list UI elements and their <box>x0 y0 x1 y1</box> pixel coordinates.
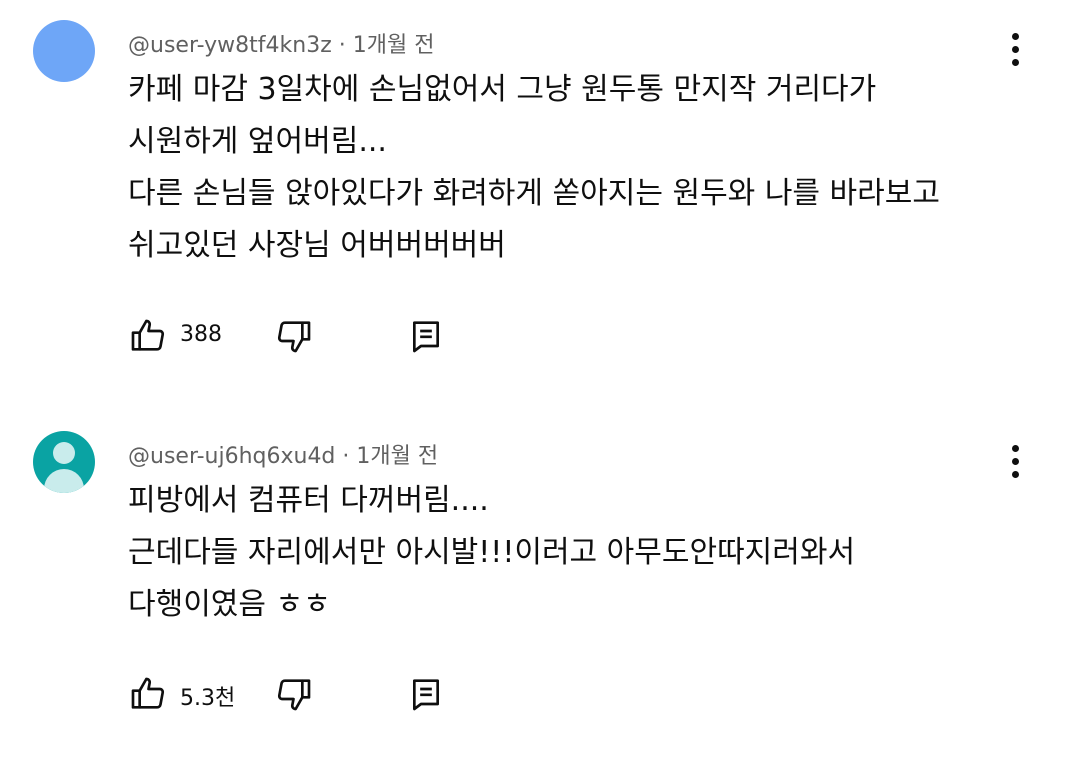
avatar[interactable] <box>33 431 95 493</box>
reply-button[interactable] <box>406 316 446 360</box>
comment-icon <box>413 321 439 353</box>
comment-line: 근데다들 자리에서만 아시발!!!이러고 아무도안따지러와서 <box>128 535 856 570</box>
author-name[interactable]: @user-yw8tf4kn3z <box>128 33 332 58</box>
comment-actions: 388 <box>128 316 458 356</box>
like-button[interactable] <box>128 316 168 360</box>
meta-separator: · <box>342 444 350 469</box>
thumb-down-icon <box>277 321 311 353</box>
thumb-up-icon <box>131 677 165 709</box>
thumb-down-icon <box>277 679 311 711</box>
like-count: 388 <box>180 322 222 347</box>
avatar-head <box>53 442 75 464</box>
comment-line: 시원하게 엎어버림... <box>128 124 387 159</box>
comment-time: 1개월 전 <box>356 444 439 469</box>
comment-icon <box>413 679 439 711</box>
comment-text: 카페 마감 3일차에 손님없어서 그냥 원두통 만지작 거리다가 시원하게 엎어… <box>128 64 1008 272</box>
comment-2: @user-uj6hq6xu4d · 1개월 전 피방에서 컴퓨터 다꺼버림..… <box>0 400 1080 763</box>
comment-line: 다행이였음 ㅎㅎ <box>128 587 331 622</box>
more-vert-icon[interactable] <box>1004 30 1028 70</box>
avatar-body <box>44 469 84 493</box>
comment-actions: 5.3천 <box>128 674 458 714</box>
comment-meta: @user-yw8tf4kn3z · 1개월 전 <box>128 27 434 59</box>
dislike-button[interactable] <box>274 674 314 718</box>
comment-1: @user-yw8tf4kn3z · 1개월 전 카페 마감 3일차에 손님없어… <box>0 0 1080 380</box>
dislike-button[interactable] <box>274 316 314 360</box>
meta-separator: · <box>338 33 346 58</box>
comment-line: 쉬고있던 사장님 어버버버버버 <box>128 228 506 263</box>
reply-button[interactable] <box>406 674 446 718</box>
more-vert-icon[interactable] <box>1004 442 1028 482</box>
comment-text: 피방에서 컴퓨터 다꺼버림.... 근데다들 자리에서만 아시발!!!이러고 아… <box>128 475 1008 631</box>
comment-time: 1개월 전 <box>352 33 435 58</box>
comment-line: 카페 마감 3일차에 손님없어서 그냥 원두통 만지작 거리다가 <box>128 72 877 107</box>
comment-line: 피방에서 컴퓨터 다꺼버림.... <box>128 483 489 518</box>
comment-meta: @user-uj6hq6xu4d · 1개월 전 <box>128 438 438 470</box>
author-name[interactable]: @user-uj6hq6xu4d <box>128 444 335 469</box>
like-count: 5.3천 <box>180 686 236 711</box>
like-button[interactable] <box>128 674 168 718</box>
avatar[interactable] <box>33 20 95 82</box>
comment-line: 다른 손님들 앉아있다가 화려하게 쏟아지는 원두와 나를 바라보고 <box>128 176 940 211</box>
thumb-up-icon <box>131 319 165 351</box>
